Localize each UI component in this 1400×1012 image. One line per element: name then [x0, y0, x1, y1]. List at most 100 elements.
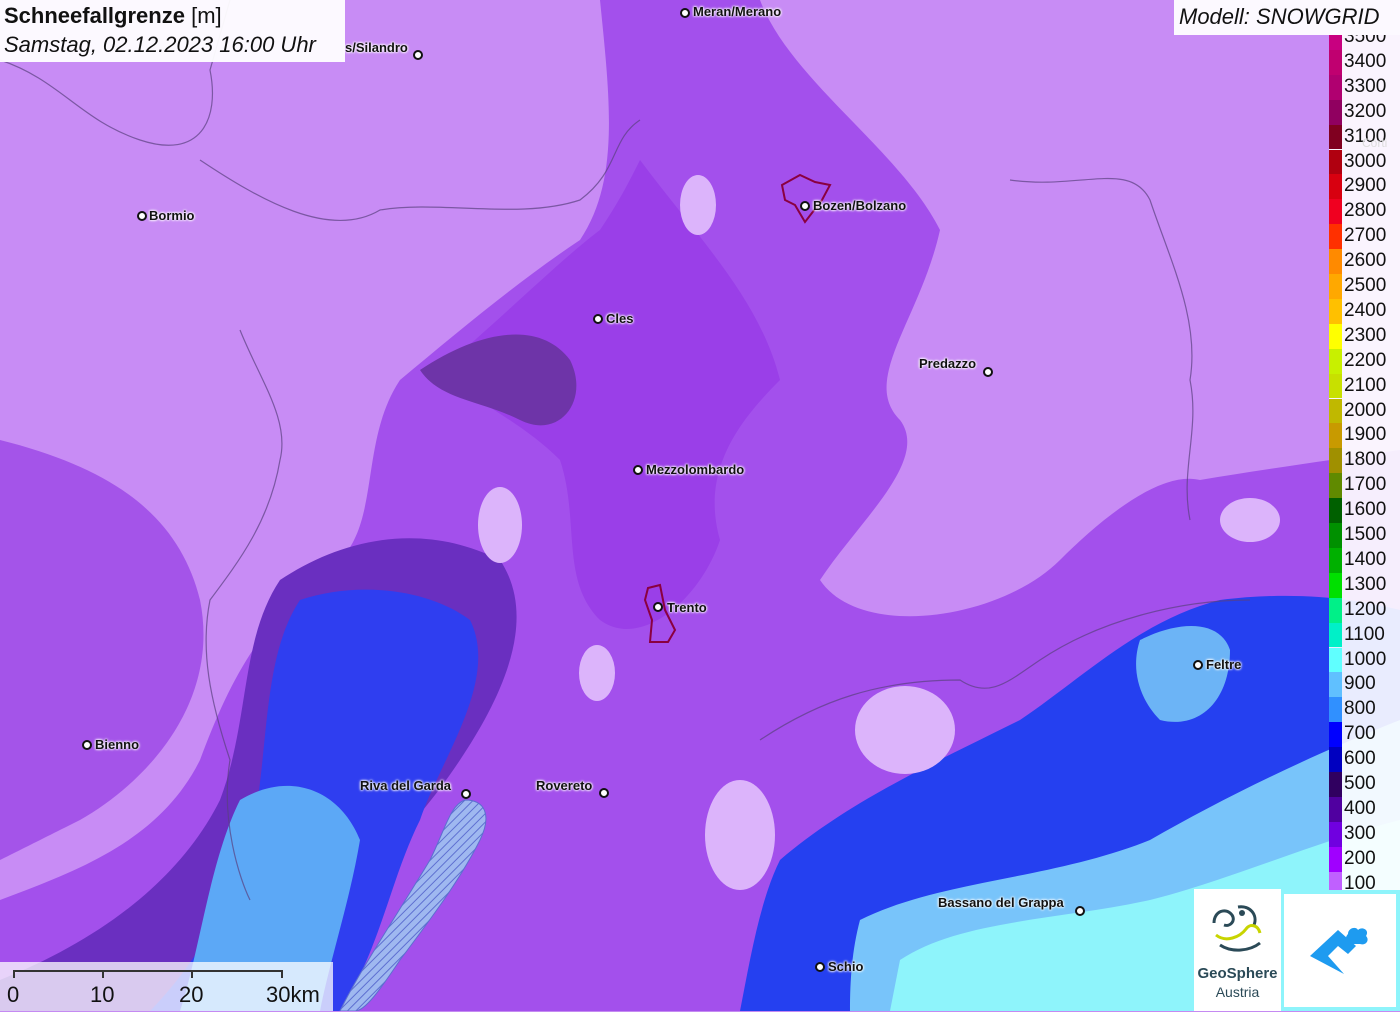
snow-mountain-icon [1310, 927, 1368, 974]
legend-label: 2800 [1344, 200, 1387, 222]
legend-row: 2600 [1329, 249, 1400, 274]
legend-label: 1700 [1344, 474, 1387, 496]
legend-swatch [1329, 348, 1342, 374]
city-label-rovereto[interactable]: Rovereto [536, 778, 592, 793]
legend-swatch [1329, 149, 1342, 175]
city-label-silandro[interactable]: s/Silandro [345, 40, 408, 55]
legend-row: 3400 [1329, 49, 1400, 75]
legend-swatch [1329, 74, 1342, 100]
map-title-bold: Schneefallgrenze [4, 3, 185, 28]
legend-label: 700 [1344, 723, 1376, 745]
legend-label: 1400 [1344, 548, 1387, 570]
snowgrid-logo[interactable] [1284, 894, 1396, 1007]
city-marker[interactable] [983, 367, 993, 377]
city-label-cortina[interactable]: Corti [1362, 136, 1387, 150]
legend-label: 2600 [1344, 250, 1387, 272]
legend-row: 3300 [1329, 74, 1400, 100]
legend-swatch [1329, 498, 1342, 523]
legend-row: 2000 [1329, 398, 1400, 424]
city-label-feltre[interactable]: Feltre [1206, 657, 1241, 672]
map-title: Schneefallgrenze [m] [4, 3, 222, 29]
legend-swatch [1329, 871, 1342, 890]
pocket-2 [478, 487, 522, 563]
city-label-riva[interactable]: Riva del Garda [360, 778, 451, 793]
scale-label-20: 20 [179, 982, 204, 1007]
city-label-bassano[interactable]: Bassano del Grappa [938, 895, 1064, 910]
legend-label: 2000 [1344, 399, 1387, 421]
city-label-schio[interactable]: Schio [828, 959, 863, 974]
city-marker[interactable] [461, 789, 471, 799]
legend-swatch [1329, 174, 1342, 200]
geosphere-logo[interactable]: GeoSphere Austria [1194, 889, 1281, 1011]
legend-swatch [1329, 99, 1342, 125]
legend-label: 1600 [1344, 499, 1387, 521]
legend-swatch [1329, 523, 1342, 548]
city-marker[interactable] [633, 465, 643, 475]
city-marker[interactable] [593, 314, 603, 324]
city-marker[interactable] [1075, 906, 1085, 916]
city-marker[interactable] [137, 211, 147, 221]
legend-row: 3500 [1329, 35, 1400, 50]
legend-swatch [1329, 398, 1342, 424]
legend-swatch [1329, 224, 1342, 250]
city-marker[interactable] [680, 8, 690, 18]
legend-swatch [1329, 323, 1342, 349]
city-marker[interactable] [653, 602, 663, 612]
snowfall-line-map[interactable] [0, 0, 1400, 1011]
city-label-mezzolombardo[interactable]: Mezzolombardo [646, 462, 744, 477]
legend-row: 900 [1329, 672, 1400, 698]
legend-swatch [1329, 373, 1342, 399]
legend-swatch [1329, 49, 1342, 75]
legend-swatch [1329, 199, 1342, 225]
pocket-6 [1220, 498, 1280, 542]
model-box: Modell: SNOWGRID [1174, 0, 1400, 35]
geosphere-name: GeoSphere [1197, 965, 1278, 982]
city-marker[interactable] [1193, 660, 1203, 670]
legend-row: 800 [1329, 697, 1400, 723]
legend-swatch [1329, 622, 1342, 648]
legend-label: 3300 [1344, 75, 1387, 97]
legend-label: 200 [1344, 847, 1376, 869]
city-label-meran[interactable]: Meran/Merano [693, 4, 781, 19]
city-label-predazzo[interactable]: Predazzo [919, 356, 976, 371]
legend-row: 1800 [1329, 448, 1400, 474]
city-marker[interactable] [82, 740, 92, 750]
map-title-unit: [m] [191, 3, 222, 28]
city-marker[interactable] [413, 50, 423, 60]
legend-label: 2500 [1344, 275, 1387, 296]
scale-tick [281, 970, 283, 978]
legend-label: 2400 [1344, 299, 1387, 321]
legend-row: 700 [1329, 722, 1400, 748]
city-marker[interactable] [800, 201, 810, 211]
legend-row: 1900 [1329, 423, 1400, 449]
legend-swatch [1329, 846, 1342, 872]
city-marker[interactable] [599, 788, 609, 798]
scale-label-30km: 30km [266, 982, 320, 1007]
legend-label: 500 [1344, 773, 1376, 794]
legend-row: 1700 [1329, 473, 1400, 499]
legend-label: 1900 [1344, 424, 1387, 446]
legend-swatch [1329, 572, 1342, 598]
city-label-bienno[interactable]: Bienno [95, 737, 139, 752]
legend-label: 100 [1344, 872, 1376, 890]
scale-label-0: 0 [7, 982, 20, 1007]
legend-swatch [1329, 747, 1342, 772]
legend-swatch [1329, 547, 1342, 573]
pocket-1 [680, 175, 716, 235]
legend-row: 2500 [1329, 274, 1400, 299]
city-label-cles[interactable]: Cles [606, 311, 633, 326]
legend-swatch [1329, 796, 1342, 822]
color-legend: 3500 3400 3300 3200 3100 3000 2900 2800 2700 2600… [1329, 35, 1400, 890]
legend-row: 400 [1329, 796, 1400, 822]
legend-swatch [1329, 722, 1342, 748]
legend-row: 3200 [1329, 99, 1400, 125]
legend-swatch [1329, 597, 1342, 623]
city-label-bormio[interactable]: Bormio [149, 208, 195, 223]
legend-label: 3500 [1344, 35, 1387, 47]
legend-row: 1400 [1329, 547, 1400, 573]
city-label-bolzano[interactable]: Bozen/Bolzano [813, 198, 906, 213]
city-marker[interactable] [815, 962, 825, 972]
city-label-trento[interactable]: Trento [667, 600, 707, 615]
legend-swatch [1329, 35, 1342, 50]
pocket-3 [579, 645, 615, 701]
